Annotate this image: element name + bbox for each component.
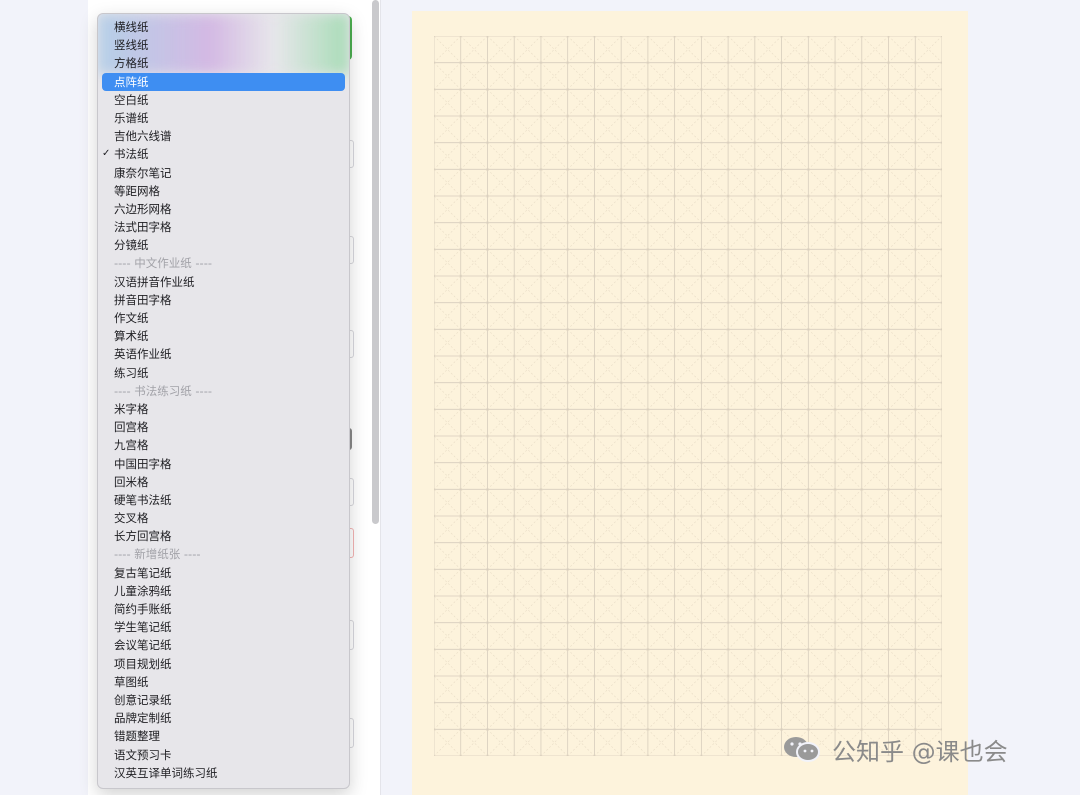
paper-type-option[interactable]: 长方回宫格: [98, 527, 349, 545]
paper-type-option[interactable]: 康奈尔笔记: [98, 164, 349, 182]
paper-type-option[interactable]: 硬笔书法纸: [98, 491, 349, 509]
paper-type-option[interactable]: 作文纸: [98, 309, 349, 327]
option-label: 汉语拼音作业纸: [114, 274, 195, 289]
paper-type-dropdown[interactable]: 横线纸竖线纸方格纸点阵纸空白纸乐谱纸吉他六线谱 ✓ 书法纸康奈尔笔记等距网格六边形网…: [97, 13, 350, 789]
option-label: 回宫格: [114, 420, 149, 435]
paper-type-option[interactable]: 竖线纸: [98, 36, 349, 54]
option-label: 复古笔记纸: [114, 565, 172, 580]
paper-type-option[interactable]: 空白纸: [98, 91, 349, 109]
option-label: 乐谱纸: [114, 110, 149, 125]
option-label: ---- 书法练习纸 ----: [114, 383, 213, 398]
option-label: 创意记录纸: [114, 692, 172, 707]
option-label: 康奈尔笔记: [114, 165, 172, 180]
paper-type-option[interactable]: 汉语拼音作业纸: [98, 273, 349, 291]
paper-type-option[interactable]: 语文预习卡: [98, 746, 349, 764]
paper-type-option[interactable]: 吉他六线谱: [98, 127, 349, 145]
option-label: 吉他六线谱: [114, 129, 172, 144]
paper-type-option[interactable]: 方格纸: [98, 54, 349, 72]
paper-type-option[interactable]: 品牌定制纸: [98, 709, 349, 727]
paper-type-option[interactable]: 项目规划纸: [98, 655, 349, 673]
sidebar-scrollbar[interactable]: [372, 0, 379, 524]
paper-preview: [412, 11, 968, 795]
option-label: 硬笔书法纸: [114, 492, 172, 507]
option-label: 会议笔记纸: [114, 638, 172, 653]
paper-type-option[interactable]: 算术纸: [98, 327, 349, 345]
paper-type-option[interactable]: 乐谱纸: [98, 109, 349, 127]
paper-type-options: 横线纸竖线纸方格纸点阵纸空白纸乐谱纸吉他六线谱 ✓ 书法纸康奈尔笔记等距网格六边形网…: [98, 18, 349, 782]
option-label: 练习纸: [114, 365, 149, 380]
paper-type-option[interactable]: 法式田字格: [98, 218, 349, 236]
option-label: 语文预习卡: [114, 747, 172, 762]
option-label: 分镜纸: [114, 238, 149, 253]
option-label: 九宫格: [114, 438, 149, 453]
paper-type-option[interactable]: 创意记录纸: [98, 691, 349, 709]
paper-type-option[interactable]: 交叉格: [98, 509, 349, 527]
wechat-icon: [784, 737, 820, 762]
menu-section-header: ---- 新增纸张 ----: [98, 545, 349, 563]
paper-type-option[interactable]: 中国田字格: [98, 455, 349, 473]
paper-type-option[interactable]: 复古笔记纸: [98, 564, 349, 582]
paper-type-option[interactable]: 回米格: [98, 473, 349, 491]
paper-type-option[interactable]: 六边形网格: [98, 200, 349, 218]
paper-type-option[interactable]: 点阵纸: [102, 72, 345, 91]
menu-section-header: ---- 中文作业纸 ----: [98, 254, 349, 272]
menu-section-header: ---- 书法练习纸 ----: [98, 382, 349, 400]
checkmark-icon: ✓: [102, 148, 111, 160]
paper-type-option[interactable]: 回宫格: [98, 418, 349, 436]
option-label: 回米格: [114, 474, 149, 489]
watermark-text: 公知乎 @课也会: [832, 737, 1008, 766]
option-label: 米字格: [114, 401, 149, 416]
option-label: 空白纸: [114, 92, 149, 107]
option-label: 法式田字格: [114, 220, 172, 235]
option-label: 横线纸: [114, 20, 149, 34]
option-label: 竖线纸: [114, 38, 149, 53]
option-label: 交叉格: [114, 511, 149, 526]
option-label: 等距网格: [114, 183, 160, 198]
option-label: 儿童涂鸦纸: [114, 583, 172, 598]
option-label: 方格纸: [114, 56, 149, 71]
option-label: 点阵纸: [114, 74, 149, 89]
option-label: 中国田字格: [114, 456, 172, 471]
option-label: 英语作业纸: [114, 347, 172, 362]
paper-type-option[interactable]: 错题整理: [98, 727, 349, 745]
paper-type-option[interactable]: 儿童涂鸦纸: [98, 582, 349, 600]
option-label: 错题整理: [114, 729, 160, 744]
option-label: 项目规划纸: [114, 656, 172, 671]
option-label: 书法纸: [114, 147, 149, 162]
paper-type-option[interactable]: 草图纸: [98, 673, 349, 691]
paper-type-option[interactable]: 会议笔记纸: [98, 636, 349, 654]
paper-type-option[interactable]: 练习纸: [98, 364, 349, 382]
paper-type-option[interactable]: 等距网格: [98, 182, 349, 200]
paper-type-option[interactable]: 米字格: [98, 400, 349, 418]
option-label: 六边形网格: [114, 201, 172, 216]
paper-type-option[interactable]: 横线纸: [98, 18, 349, 36]
option-label: ---- 中文作业纸 ----: [114, 256, 213, 271]
paper-type-option[interactable]: 学生笔记纸: [98, 618, 349, 636]
option-label: 拼音田字格: [114, 292, 172, 307]
paper-type-option[interactable]: 分镜纸: [98, 236, 349, 254]
paper-type-option[interactable]: 九宫格: [98, 436, 349, 454]
paper-type-option[interactable]: 简约手账纸: [98, 600, 349, 618]
option-label: 作文纸: [114, 311, 149, 325]
option-label: ---- 新增纸张 ----: [114, 547, 201, 562]
paper-type-option[interactable]: 拼音田字格: [98, 291, 349, 309]
option-label: 学生笔记纸: [114, 620, 172, 635]
paper-grid: [434, 36, 942, 756]
option-label: 草图纸: [114, 674, 149, 689]
option-label: 长方回宫格: [114, 529, 172, 544]
paper-type-option[interactable]: ✓ 书法纸: [98, 145, 349, 163]
paper-type-option[interactable]: 汉英互译单词练习纸: [98, 764, 349, 782]
paper-type-option[interactable]: 英语作业纸: [98, 345, 349, 363]
option-label: 品牌定制纸: [114, 711, 172, 726]
option-label: 算术纸: [114, 329, 149, 344]
option-label: 汉英互译单词练习纸: [114, 765, 218, 780]
watermark: 公知乎 @课也会: [780, 734, 1008, 766]
option-label: 简约手账纸: [114, 602, 172, 616]
